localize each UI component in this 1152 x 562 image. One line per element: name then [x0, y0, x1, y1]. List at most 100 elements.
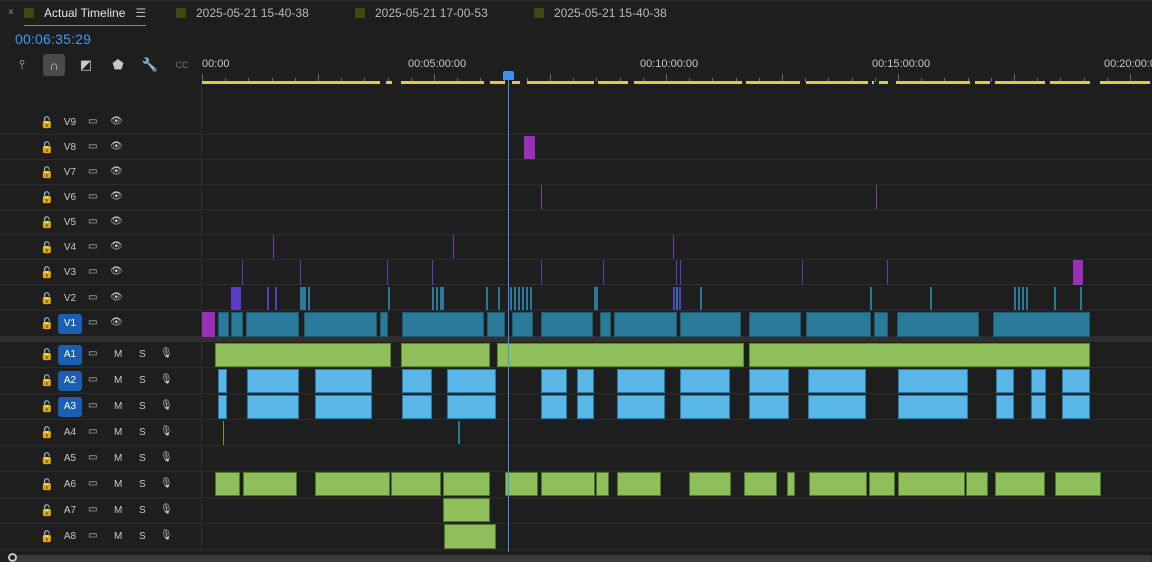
- sync-lock-icon[interactable]: ▭: [88, 166, 97, 177]
- video-clip[interactable]: [541, 312, 593, 337]
- clip-marker[interactable]: [453, 235, 454, 259]
- lock-icon[interactable]: 🔓: [40, 400, 54, 413]
- audio-clip[interactable]: [996, 369, 1014, 393]
- track-target-v8[interactable]: V8: [58, 138, 82, 158]
- solo-button[interactable]: S: [139, 375, 146, 386]
- audio-clip[interactable]: [680, 369, 730, 393]
- video-clip[interactable]: [380, 312, 388, 337]
- lock-icon[interactable]: 🔓: [40, 452, 54, 465]
- clip-marker[interactable]: [1014, 287, 1016, 310]
- audio-clip[interactable]: [749, 369, 789, 393]
- track-target-v9[interactable]: V9: [58, 113, 82, 133]
- clip-marker[interactable]: [526, 287, 528, 310]
- clip-marker[interactable]: [522, 287, 524, 310]
- clip-marker[interactable]: [1054, 287, 1056, 310]
- lock-icon[interactable]: 🔓: [40, 348, 54, 361]
- audio-clip[interactable]: [541, 472, 595, 496]
- video-clip[interactable]: [218, 312, 229, 337]
- track-target-a7[interactable]: A7: [58, 501, 82, 521]
- video-clip[interactable]: [402, 312, 484, 337]
- video-clip[interactable]: [993, 312, 1090, 337]
- sync-lock-icon[interactable]: ▭: [88, 317, 97, 328]
- audio-clip[interactable]: [966, 472, 988, 496]
- clip-marker[interactable]: [308, 287, 310, 310]
- work-area-bar[interactable]: [879, 81, 888, 84]
- sync-lock-icon[interactable]: ▭: [88, 141, 97, 152]
- track-target-v3[interactable]: V3: [58, 263, 82, 283]
- audio-clip[interactable]: [617, 369, 665, 393]
- microphone-icon[interactable]: 🎙: [160, 348, 173, 359]
- clip-marker[interactable]: [388, 287, 390, 310]
- sync-lock-icon[interactable]: ▭: [88, 292, 97, 303]
- close-icon[interactable]: ×: [8, 7, 14, 18]
- track-target-a4[interactable]: A4: [58, 423, 82, 443]
- track-target-v6[interactable]: V6: [58, 188, 82, 208]
- clip-marker[interactable]: [1080, 287, 1082, 310]
- audio-clip[interactable]: [243, 472, 297, 496]
- lock-icon[interactable]: 🔓: [40, 166, 54, 179]
- video-audio-divider[interactable]: [0, 337, 1152, 342]
- video-clip[interactable]: [614, 312, 677, 337]
- audio-clip[interactable]: [1062, 395, 1090, 419]
- audio-clip[interactable]: [809, 472, 867, 496]
- tab-actual-timeline[interactable]: Actual Timeline ☰: [24, 1, 147, 26]
- sync-lock-icon[interactable]: ▭: [88, 348, 97, 359]
- audio-clip[interactable]: [596, 472, 609, 496]
- clip-marker[interactable]: [596, 287, 598, 310]
- audio-clip[interactable]: [787, 472, 795, 496]
- solo-button[interactable]: S: [139, 531, 146, 542]
- clip-marker[interactable]: [518, 287, 520, 310]
- audio-clip[interactable]: [1031, 395, 1046, 419]
- video-clip[interactable]: [304, 312, 377, 337]
- microphone-icon[interactable]: 🎙: [160, 478, 173, 489]
- lock-icon[interactable]: 🔓: [40, 478, 54, 491]
- eye-icon[interactable]: 👁: [110, 216, 123, 227]
- audio-clip[interactable]: [744, 472, 777, 496]
- clip-marker[interactable]: [498, 287, 500, 310]
- lock-icon[interactable]: 🔓: [40, 530, 54, 543]
- audio-clip[interactable]: [497, 343, 744, 367]
- mute-button[interactable]: M: [114, 531, 122, 542]
- video-clip[interactable]: [897, 312, 979, 337]
- audio-clip[interactable]: [315, 395, 372, 419]
- clip-marker[interactable]: [676, 260, 677, 285]
- tab-sequence-1[interactable]: 2025-05-21 15-40-38: [176, 1, 309, 25]
- solo-button[interactable]: S: [139, 401, 146, 412]
- audio-clip[interactable]: [247, 369, 299, 393]
- scroll-track[interactable]: [12, 555, 1152, 562]
- clip-marker[interactable]: [802, 260, 803, 285]
- eye-icon[interactable]: 👁: [110, 266, 123, 277]
- work-area-bar[interactable]: [598, 81, 628, 84]
- clip-marker[interactable]: [673, 235, 674, 259]
- work-area-bar[interactable]: [634, 81, 742, 84]
- microphone-icon[interactable]: 🎙: [160, 426, 173, 437]
- audio-clip[interactable]: [447, 369, 496, 393]
- video-clip[interactable]: [487, 312, 505, 337]
- mute-button[interactable]: M: [114, 505, 122, 516]
- playhead-timecode[interactable]: 00:06:35:29: [15, 31, 91, 47]
- work-area-bar[interactable]: [202, 81, 380, 84]
- sync-lock-icon[interactable]: ▭: [88, 426, 97, 437]
- clip-marker[interactable]: [486, 287, 488, 310]
- lock-icon[interactable]: 🔓: [40, 241, 54, 254]
- work-area-bar[interactable]: [1050, 81, 1090, 84]
- sync-lock-icon[interactable]: ▭: [88, 452, 97, 463]
- lock-icon[interactable]: 🔓: [40, 317, 54, 330]
- clip-marker[interactable]: [432, 260, 433, 285]
- audio-clip[interactable]: [617, 395, 665, 419]
- audio-clip[interactable]: [869, 472, 895, 496]
- clip-marker[interactable]: [930, 287, 932, 310]
- work-area-bar[interactable]: [995, 81, 1045, 84]
- insert-nest-icon[interactable]: ⫯: [11, 54, 33, 76]
- clip-marker[interactable]: [514, 287, 516, 310]
- lock-icon[interactable]: 🔓: [40, 292, 54, 305]
- audio-clip[interactable]: [808, 395, 866, 419]
- track-target-a2[interactable]: A2: [58, 371, 82, 391]
- mute-button[interactable]: M: [114, 453, 122, 464]
- clip-marker[interactable]: [887, 260, 888, 285]
- audio-clip[interactable]: [680, 395, 730, 419]
- clip-marker[interactable]: [676, 287, 678, 310]
- clip-marker[interactable]: [679, 287, 681, 310]
- mute-button[interactable]: M: [114, 349, 122, 360]
- track-target-v5[interactable]: V5: [58, 213, 82, 233]
